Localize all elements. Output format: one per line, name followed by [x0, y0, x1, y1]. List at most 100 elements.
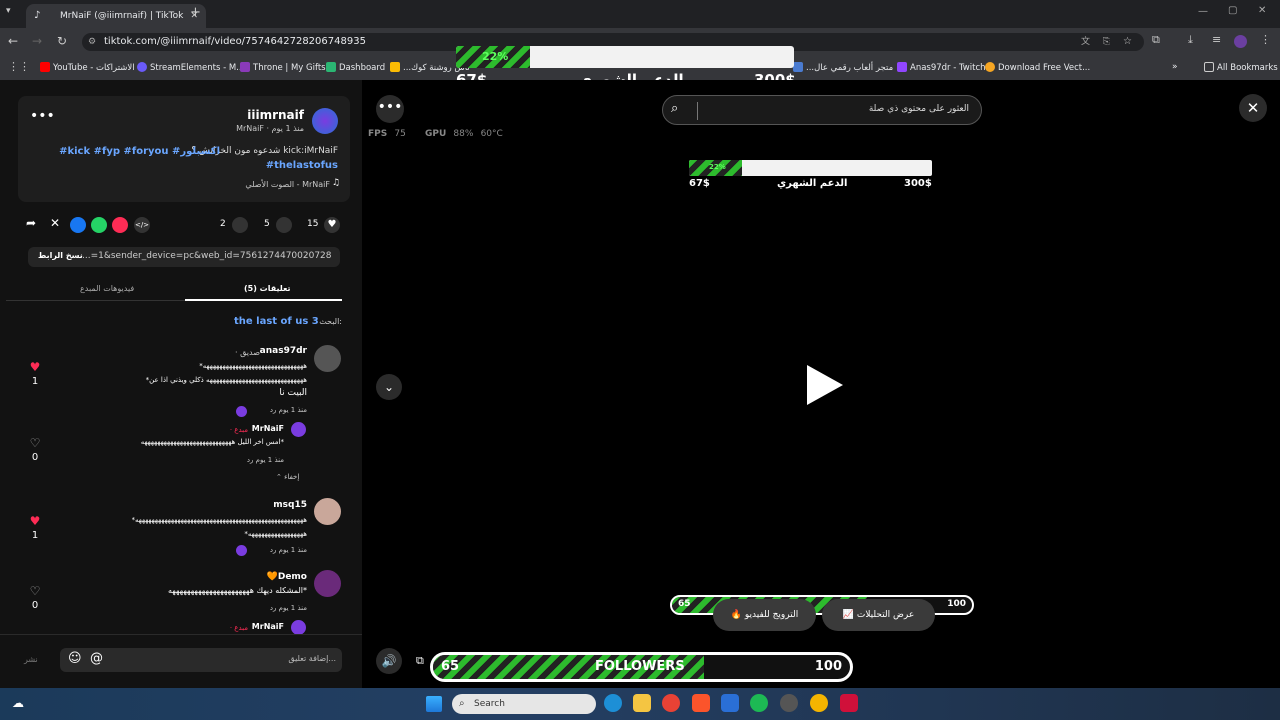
video-more-options-button[interactable]: ••• [376, 95, 404, 123]
search-suggestion[interactable]: the last of us 3 البحث: [234, 316, 344, 332]
windows-start-icon[interactable] [426, 696, 442, 712]
bookmark-dashboard[interactable]: Dashboard [326, 62, 385, 73]
comment-username[interactable]: 🧡Demo [267, 572, 307, 582]
emoji-icon[interactable]: ☺ [68, 651, 82, 666]
comment-meta[interactable]: منذ 1 يوم رد [270, 604, 307, 612]
embed-icon[interactable]: </> [134, 217, 150, 233]
goal-bar-track: 22% [456, 46, 794, 68]
downloads-icon[interactable]: ⤓ [1188, 33, 1193, 47]
picture-in-picture-icon[interactable]: ⧉ [416, 654, 424, 668]
creator-liked-avatar [236, 545, 247, 556]
install-app-icon[interactable]: ⎘ [1103, 33, 1110, 51]
brave-icon[interactable] [692, 694, 710, 712]
bookmark-youtube[interactable]: YouTube - الاشتراكات [40, 62, 135, 73]
avatar[interactable] [291, 422, 306, 437]
bookmark-vector[interactable]: Download Free Vect... [985, 62, 1090, 73]
back-icon[interactable]: ← [8, 34, 18, 48]
app-red-icon[interactable] [840, 694, 858, 712]
store-icon[interactable] [721, 694, 739, 712]
translate-icon[interactable]: 文 [1081, 33, 1090, 51]
next-video-chevron-down-icon[interactable]: ⌄ [376, 374, 402, 400]
copy-link-button[interactable]: نسخ الرابط [38, 251, 83, 260]
heart-icon[interactable]: ♥ [28, 514, 42, 528]
forward-icon[interactable]: → [32, 34, 42, 48]
reading-list-icon[interactable]: ≡ [1212, 33, 1221, 46]
tiktok-share-icon[interactable] [112, 217, 128, 233]
heart-icon[interactable]: ♥ [28, 360, 42, 374]
avatar[interactable] [314, 498, 341, 525]
comment-username[interactable]: MrNaiF [252, 622, 284, 631]
comment-icon[interactable] [276, 217, 292, 233]
comment-username[interactable]: anas97dr [260, 346, 307, 356]
app-icon[interactable] [780, 694, 798, 712]
avatar[interactable] [314, 345, 341, 372]
bookmark-streamelements[interactable]: StreamElements - M... [137, 62, 244, 73]
drive-icon [390, 62, 400, 72]
browser-tab[interactable]: ♪ MrNaiF (@iiimrnaif) | TikTok ✕ [26, 4, 206, 28]
more-options-icon[interactable]: ••• [30, 108, 55, 124]
mention-icon[interactable]: @ [90, 651, 103, 666]
caption-hashtags[interactable]: #kick #fyp #foryou #اكسبلور [59, 146, 220, 157]
more-bookmarks-icon[interactable]: » [1172, 62, 1178, 72]
hide-replies-button[interactable]: ⌃ إخفاء [276, 473, 299, 481]
comment-meta[interactable]: منذ 1 يوم رد [247, 456, 284, 464]
comment-username[interactable]: MrNaiF [252, 424, 284, 433]
spotify-icon[interactable] [750, 694, 768, 712]
taskbar-search[interactable]: ⌕ Search [452, 694, 596, 714]
avatar[interactable] [314, 570, 341, 597]
minimize-icon[interactable]: — [1198, 6, 1208, 17]
comment-meta[interactable]: منذ 1 يوم رد [270, 546, 307, 554]
bookmark-icon[interactable] [232, 217, 248, 233]
search-icon[interactable]: ⌕ [671, 101, 678, 116]
all-bookmarks[interactable]: All Bookmarks [1204, 62, 1278, 73]
bookmark-store[interactable]: ...متجر ألعاب رقمي عال [793, 62, 893, 73]
volume-icon[interactable]: 🔊 [376, 648, 402, 674]
new-tab-button[interactable]: + [190, 5, 201, 20]
tab-title: MrNaiF (@iiimrnaif) | TikTok [60, 11, 184, 21]
creator-username[interactable]: iiimrnaif [247, 108, 304, 122]
bookmark-twitch[interactable]: Anas97dr - Twitch [897, 62, 986, 73]
x-share-icon[interactable]: ✕ [50, 216, 60, 230]
post-comment-button[interactable]: نشر [24, 655, 38, 664]
comment-meta[interactable]: منذ 1 يوم رد [270, 406, 307, 414]
share-link-text[interactable]: ...=1&sender_device=pc&web_id=7561274470… [82, 251, 332, 261]
apps-icon[interactable]: ⋮⋮ [8, 60, 30, 73]
share-icon[interactable]: ➦ [26, 216, 36, 230]
related-search-input[interactable]: ⌕ العثور على محتوى ذي صلة [662, 95, 982, 125]
view-analytics-button[interactable]: 📈 عرض التحليلات [822, 599, 935, 631]
close-window-icon[interactable]: ✕ [1258, 5, 1266, 16]
extensions-icon[interactable]: ⧉ [1152, 33, 1160, 47]
maximize-icon[interactable]: ▢ [1228, 5, 1237, 16]
comment-badge: · صديق [235, 348, 260, 357]
tab-list-icon[interactable]: ▾ [6, 6, 11, 16]
creator-avatar[interactable] [312, 108, 338, 134]
close-video-button[interactable]: ✕ [1239, 94, 1267, 122]
bookmark-star-icon[interactable]: ☆ [1123, 33, 1132, 51]
bookmark-throne[interactable]: Throne | My Gifts [240, 62, 326, 73]
menu-icon[interactable]: ⋮ [1260, 33, 1271, 46]
heart-outline-icon[interactable]: ♡ [28, 584, 42, 598]
chrome-icon[interactable] [662, 694, 680, 712]
heart-icon[interactable]: ♥ [324, 217, 340, 233]
creator-badge: · مبدع [229, 426, 248, 434]
tab-comments[interactable]: تعليقات (5) [244, 284, 291, 293]
gpu-usage: 88% [453, 129, 474, 139]
facebook-icon[interactable] [70, 217, 86, 233]
heart-outline-icon[interactable]: ♡ [28, 436, 42, 450]
profile-avatar[interactable] [1234, 35, 1247, 48]
site-info-icon[interactable]: ⚙ [88, 33, 96, 51]
whatsapp-icon[interactable] [91, 217, 107, 233]
tab-creator-videos[interactable]: فيديوهات المبدع [80, 284, 134, 293]
weather-icon[interactable]: ☁ [12, 696, 24, 710]
reload-icon[interactable]: ↻ [57, 34, 67, 48]
sound-link[interactable]: الصوت الأصلي - MrNaiF [245, 180, 330, 189]
caption-hashtag-tlou[interactable]: #thelastofus [266, 160, 338, 171]
file-explorer-icon[interactable] [633, 694, 651, 712]
discord-icon[interactable] [810, 694, 828, 712]
comment-input[interactable]: ☺ @ إضافة تعليق... [60, 648, 342, 672]
edge-icon[interactable] [604, 694, 622, 712]
avatar[interactable] [291, 620, 306, 634]
play-icon[interactable] [807, 365, 843, 405]
promote-video-button[interactable]: 🔥 الترويج للفيديو [713, 599, 816, 631]
comment-username[interactable]: msq15 [273, 500, 307, 510]
